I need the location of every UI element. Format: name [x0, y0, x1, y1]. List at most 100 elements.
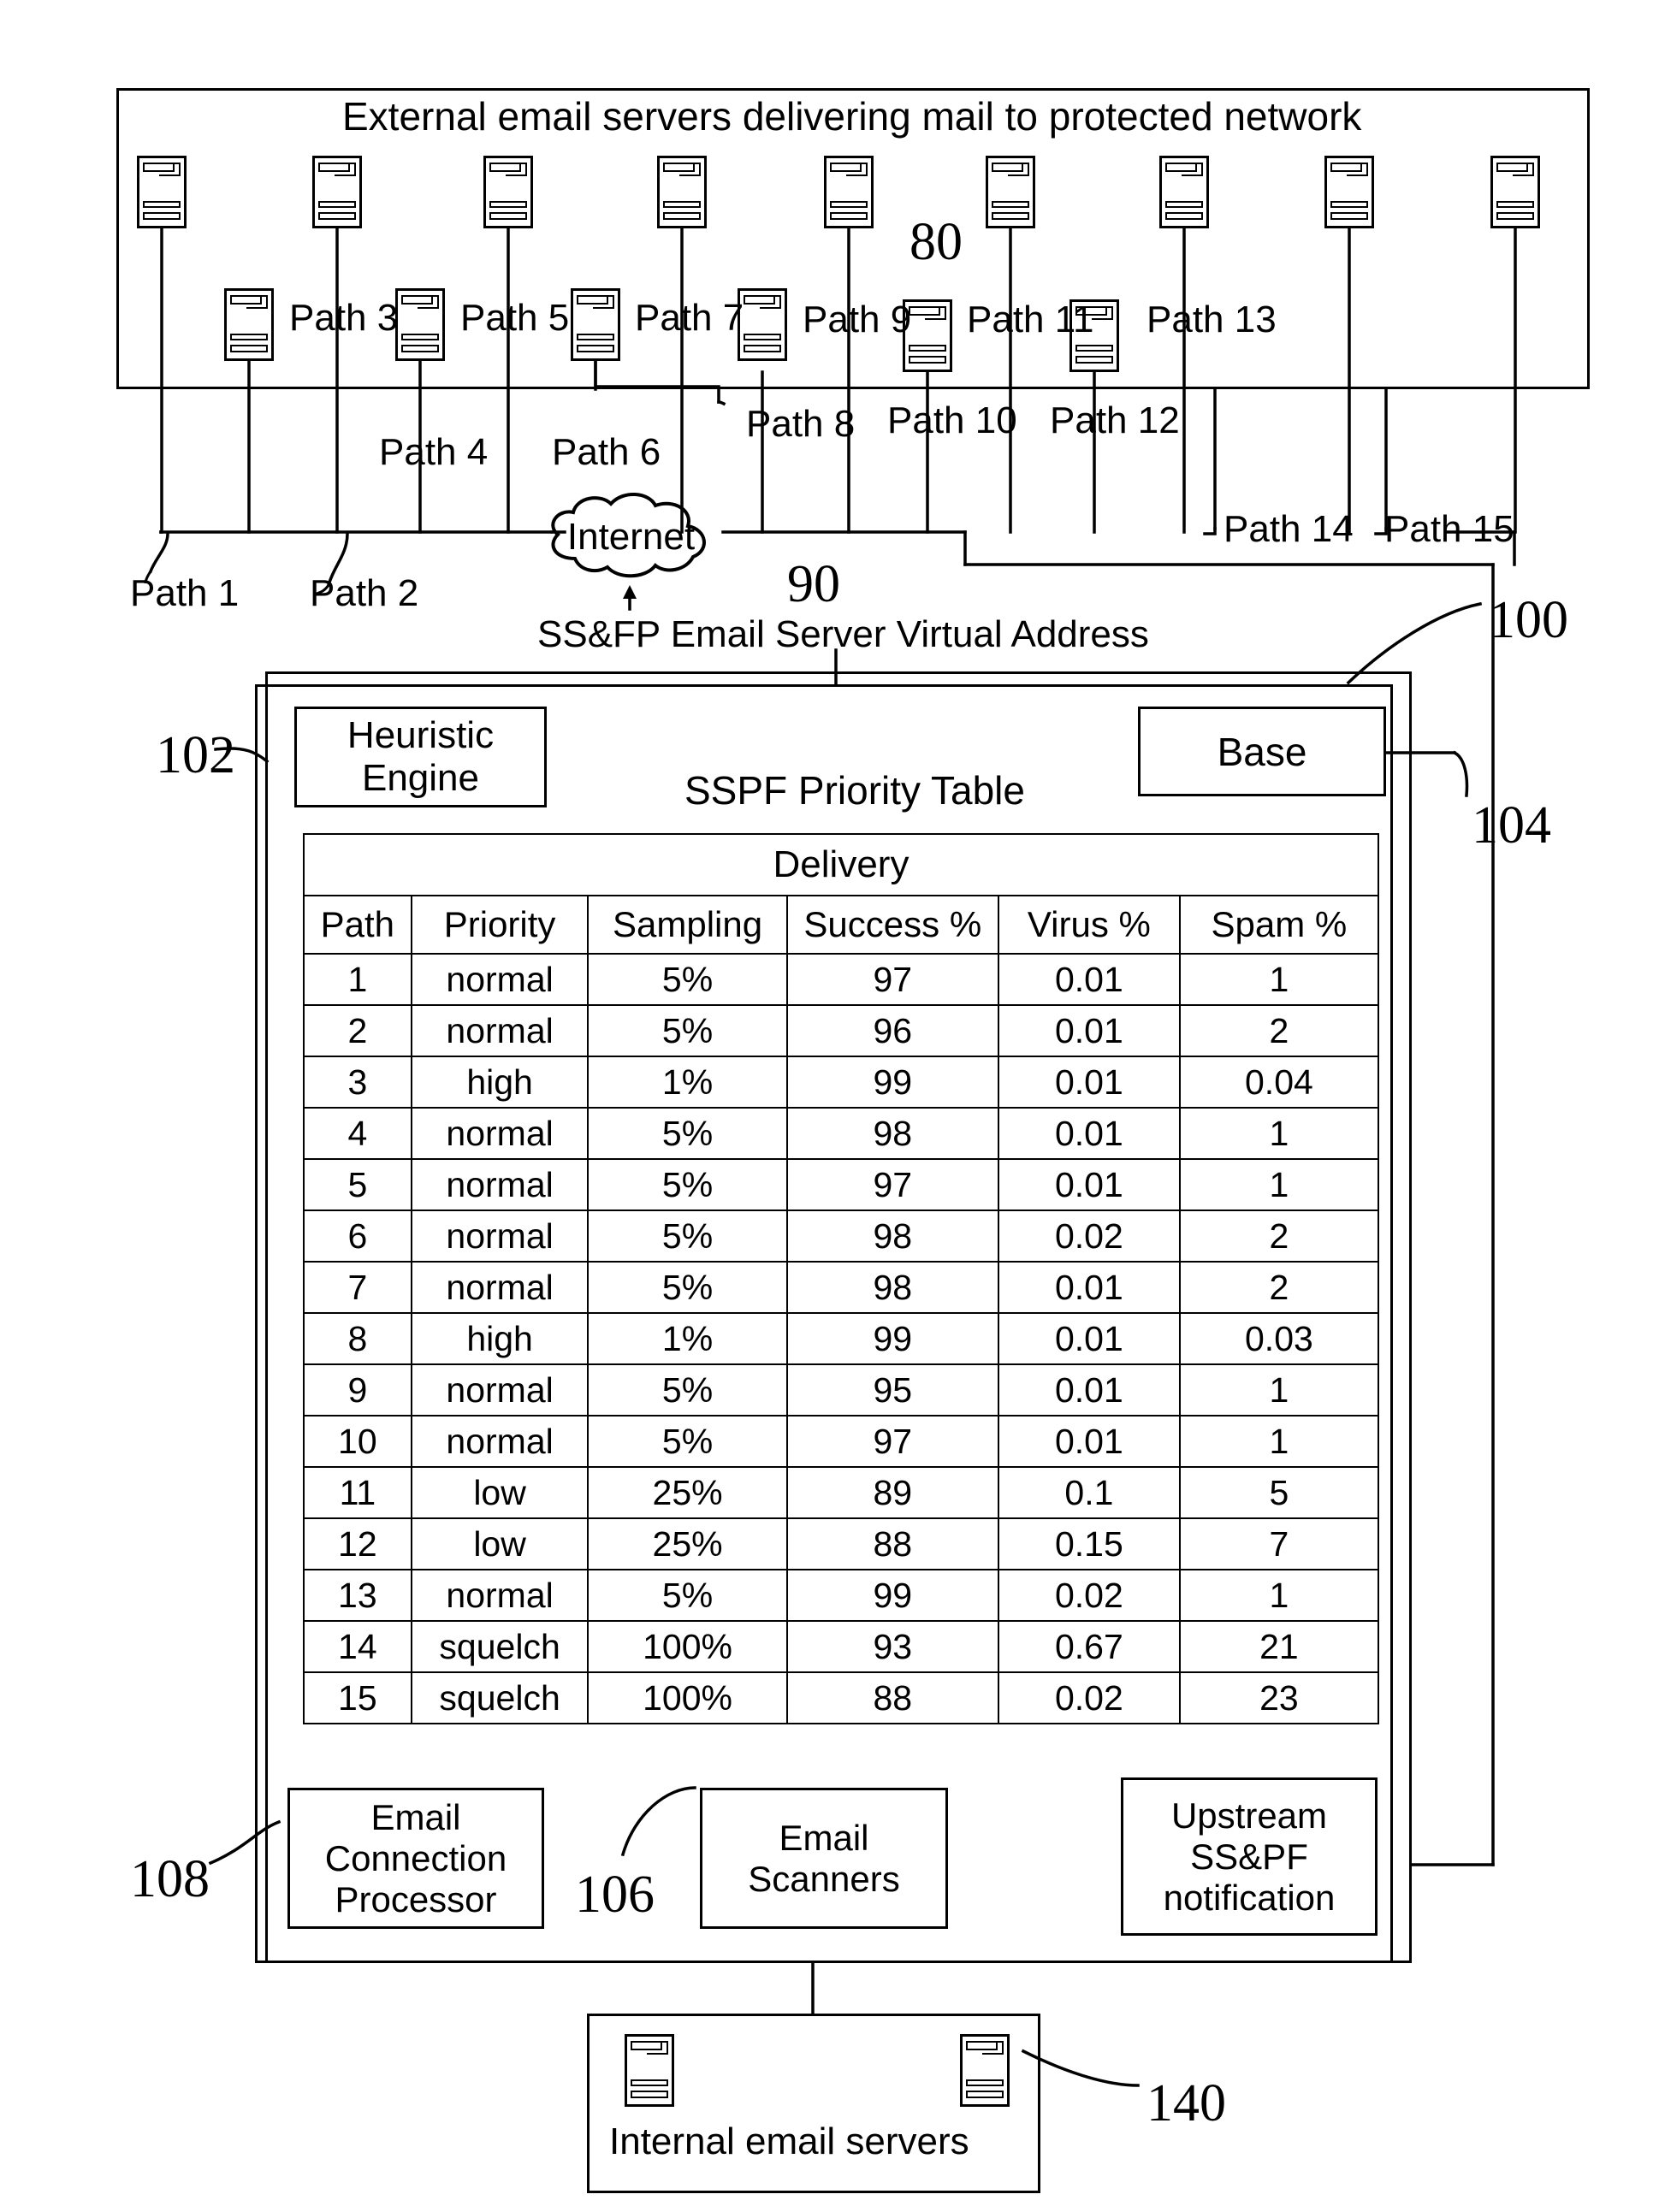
email-scanners-box[interactable]: Email Scanners: [700, 1788, 948, 1929]
table-cell: normal: [410, 1210, 590, 1263]
table-cell: 4: [303, 1107, 412, 1160]
base-box[interactable]: Base: [1138, 707, 1386, 796]
table-cell: 0.01: [997, 1312, 1181, 1365]
table-cell: 0.01: [997, 1261, 1181, 1314]
server-bay-icon: [318, 212, 356, 220]
external-server-mid-3: [571, 288, 620, 361]
external-server-mid-4: [738, 288, 787, 361]
table-row: 11 low 25% 89 0.1 5: [303, 1466, 1380, 1519]
server-bay-icon: [1330, 212, 1368, 220]
server-bay-icon: [1330, 200, 1368, 209]
table-cell: 13: [303, 1569, 412, 1622]
table-cell: 2: [1178, 1261, 1380, 1314]
table-cell: high: [410, 1312, 590, 1365]
server-slot-icon: [981, 2040, 1004, 2055]
server-slot-icon: [158, 162, 181, 176]
table-cell: 1: [1178, 1107, 1380, 1160]
table-cell: low: [410, 1466, 590, 1519]
table-row: 6 normal 5% 98 0.02 2: [303, 1210, 1380, 1263]
table-cell: high: [410, 1056, 590, 1109]
external-server-top-5: [824, 156, 874, 228]
table-cell: 0.01: [997, 1107, 1181, 1160]
table-cell: normal: [410, 1569, 590, 1622]
table-cell: 0.02: [997, 1569, 1181, 1622]
path-label-1: Path 1: [130, 572, 240, 614]
table-cell: normal: [410, 1107, 590, 1160]
table-cell: 0.01: [997, 1056, 1181, 1109]
server-bay-icon: [631, 2079, 668, 2087]
path-label-3: Path 3: [289, 297, 399, 339]
email-scanners-label-line2: Scanners: [748, 1858, 900, 1899]
server-slot-icon: [592, 294, 614, 309]
table-header-row: Path Priority Sampling Success % Virus % Spam…: [303, 895, 1380, 955]
sspf-priority-table: Delivery Path Priority Sampling Success % Vir…: [303, 833, 1380, 1724]
server-bay-icon: [143, 212, 181, 220]
table-cell: 0.67: [997, 1620, 1181, 1673]
table-cell: 6: [303, 1210, 412, 1263]
table-cell: 5%: [587, 1569, 788, 1622]
table-row: 5 normal 5% 97 0.01 1: [303, 1158, 1380, 1211]
path-label-6: Path 6: [552, 431, 661, 473]
table-group-header-delivery: Delivery: [303, 833, 1379, 896]
upstream-label-line1: Upstream: [1170, 1795, 1328, 1836]
table-cell: 5%: [587, 1004, 788, 1057]
table-cell: 89: [785, 1466, 999, 1519]
table-cell: 2: [1178, 1004, 1380, 1057]
table-cell: 99: [785, 1312, 999, 1365]
table-row: 14 squelch 100% 93 0.67 21: [303, 1620, 1380, 1673]
table-cell: 8: [303, 1312, 412, 1365]
server-bay-icon: [577, 345, 614, 352]
server-bay-icon: [744, 345, 781, 352]
server-bay-icon: [909, 344, 946, 352]
server-slot-icon: [1091, 305, 1113, 320]
table-cell: 5%: [587, 1107, 788, 1160]
server-bay-icon: [489, 212, 527, 220]
upstream-notification-box[interactable]: Upstream SS&PF notification: [1121, 1777, 1378, 1936]
table-cell: 11: [303, 1466, 412, 1519]
table-cell: normal: [410, 953, 590, 1006]
server-bay-icon: [401, 333, 439, 341]
table-cell: 14: [303, 1620, 412, 1673]
table-cell: normal: [410, 1004, 590, 1057]
ecp-label-line1: Email: [370, 1796, 461, 1837]
table-cell: 1: [1178, 1415, 1380, 1468]
table-row: 8 high 1% 99 0.01 0.03: [303, 1312, 1380, 1365]
table-cell: 5%: [587, 1363, 788, 1417]
table-cell: 1: [1178, 1363, 1380, 1417]
virtual-address-label: SS&FP Email Server Virtual Address: [537, 613, 1149, 655]
ecp-label-line2: Connection: [324, 1837, 507, 1878]
table-cell: low: [410, 1517, 590, 1570]
table-group-header-row: Delivery: [303, 833, 1379, 896]
table-cell: normal: [410, 1363, 590, 1417]
path-label-4: Path 4: [379, 431, 489, 473]
table-row: 10 normal 5% 97 0.01 1: [303, 1415, 1380, 1468]
server-slot-icon: [1007, 162, 1029, 176]
external-server-top-4: [657, 156, 707, 228]
table-cell: 0.03: [1178, 1312, 1380, 1365]
table-cell: normal: [410, 1158, 590, 1211]
external-server-mid-2: [395, 288, 445, 361]
table-cell: 0.04: [1178, 1056, 1380, 1109]
heuristic-engine-box[interactable]: Heuristic Engine: [294, 707, 547, 807]
external-server-top-7: [1159, 156, 1209, 228]
table-cell: 0.02: [997, 1671, 1181, 1724]
ref-numeral-90: 90: [787, 555, 840, 613]
path-label-11: Path 11: [967, 299, 1094, 340]
server-bay-icon: [1496, 212, 1534, 220]
ref-numeral-104: 104: [1472, 796, 1551, 855]
path-label-9: Path 9: [803, 299, 912, 340]
path-label-10: Path 10: [887, 399, 1017, 441]
table-cell: 0.01: [997, 1158, 1181, 1211]
table-cell: 5: [1178, 1466, 1380, 1519]
table-cell: 7: [1178, 1517, 1380, 1570]
server-bay-icon: [230, 333, 268, 341]
table-column-header: Success %: [785, 895, 999, 955]
external-server-top-9: [1490, 156, 1540, 228]
table-cell: normal: [410, 1261, 590, 1314]
table-cell: 1: [303, 953, 412, 1006]
email-connection-processor-box[interactable]: Email Connection Processor: [287, 1788, 544, 1929]
ref-numeral-102: 102: [156, 726, 235, 784]
server-slot-icon: [334, 162, 356, 176]
ref-numeral-140: 140: [1146, 2074, 1226, 2132]
table-cell: 1%: [587, 1312, 788, 1365]
